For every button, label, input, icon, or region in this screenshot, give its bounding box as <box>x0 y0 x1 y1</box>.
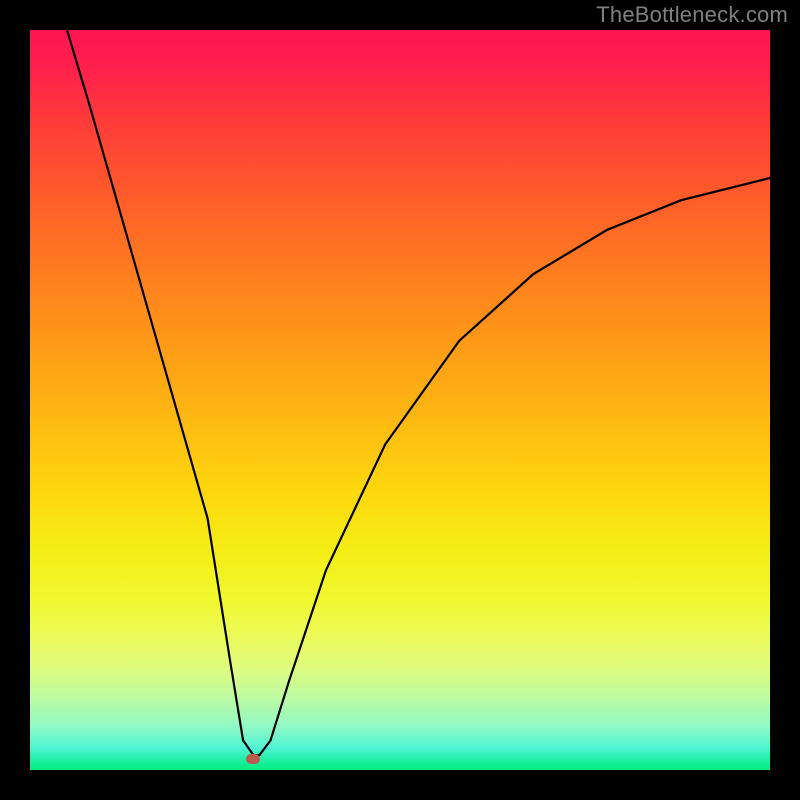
bottleneck-curve <box>67 30 770 755</box>
optimal-point-marker <box>246 754 260 764</box>
watermark-text: TheBottleneck.com <box>596 2 788 28</box>
curve-svg <box>30 30 770 770</box>
plot-area <box>30 30 770 770</box>
